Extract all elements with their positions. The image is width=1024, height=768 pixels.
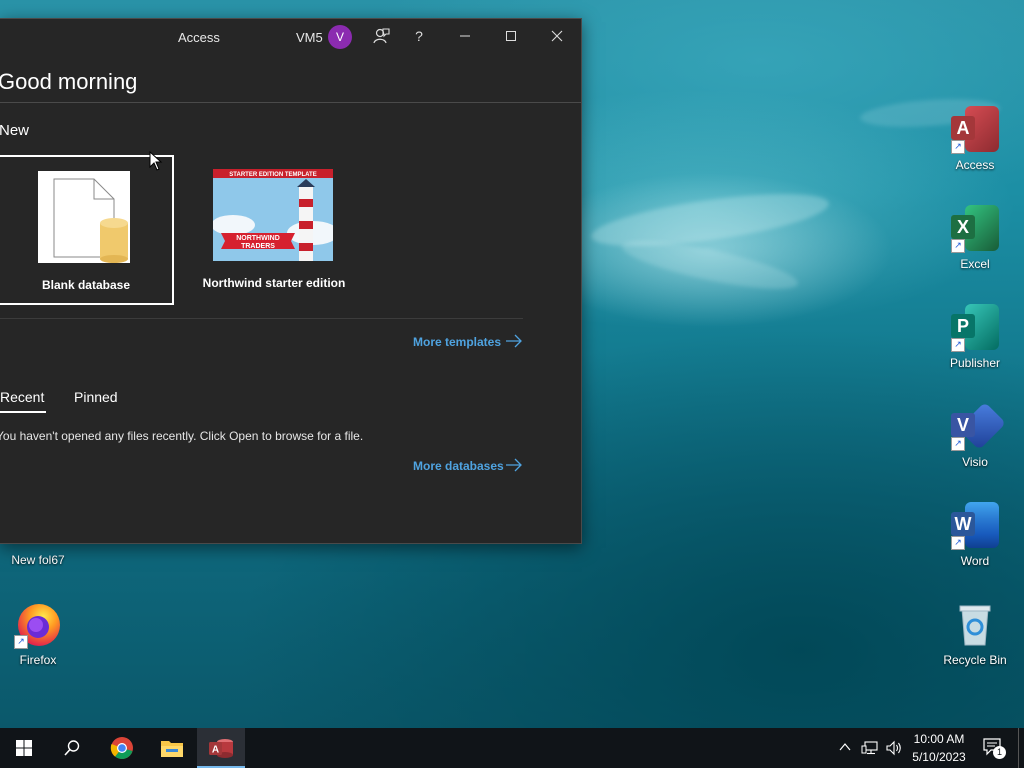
empty-recent-message: You haven't opened any files recently. C… (0, 429, 364, 443)
chrome-icon (110, 737, 133, 759)
desktop-icon-label: Excel (960, 257, 990, 271)
northwind-ribbon-line1: NORTHWIND (236, 235, 280, 242)
taskbar-file-explorer[interactable] (148, 728, 196, 768)
visio-icon: V ↗ (951, 401, 1007, 451)
desktop-icon-label: Word (960, 554, 990, 568)
close-icon (551, 30, 563, 42)
show-hidden-icons-button[interactable] (838, 740, 852, 759)
desktop-icon-excel[interactable]: X ↗ Excel (937, 205, 1013, 271)
desktop-icon-label: Access (955, 158, 995, 172)
templates-divider (0, 318, 523, 319)
start-icon (16, 740, 32, 756)
more-databases-link[interactable]: More databases (413, 458, 522, 473)
arrow-right-icon (506, 334, 522, 348)
file-explorer-icon (161, 741, 183, 757)
northwind-template[interactable]: STARTER EDITION TEMPLATE NORTHWIND TRADE… (186, 155, 362, 305)
taskbar-chrome[interactable] (98, 728, 146, 768)
access-window: Access VM5 V ? Good morning New Blank da… (0, 18, 582, 544)
desktop-icon-label: Recycle Bin (943, 653, 1007, 667)
taskbar: A 10:00 AM 5/10/2023 1 (0, 728, 1024, 768)
desktop-icon-recycle-bin[interactable]: Recycle Bin (937, 601, 1013, 667)
close-button[interactable] (542, 23, 572, 49)
clock-date[interactable]: 5/10/2023 (904, 750, 974, 764)
help-button[interactable]: ? (404, 23, 434, 49)
tab-recent[interactable]: Recent (0, 389, 44, 405)
northwind-banner-text: STARTER EDITION TEMPLATE (229, 172, 316, 178)
desktop-icon-label: Firefox (19, 653, 57, 667)
network-button[interactable] (861, 740, 879, 761)
header-divider (0, 102, 581, 103)
desktop-icon-firefox[interactable]: ↗ Firefox (0, 601, 76, 667)
new-section-heading: New (0, 122, 30, 139)
maximize-icon (506, 31, 516, 41)
tab-pinned[interactable]: Pinned (74, 389, 118, 405)
feedback-button[interactable] (366, 23, 396, 49)
start-button[interactable] (0, 728, 48, 768)
access-icon: A ↗ (951, 106, 999, 154)
blank-database-template[interactable]: Blank database (0, 155, 174, 305)
network-icon (861, 741, 878, 755)
shortcut-arrow-icon: ↗ (14, 635, 28, 649)
feedback-icon (373, 28, 390, 44)
title-bar[interactable]: Access VM5 V ? (0, 19, 581, 53)
excel-icon: X ↗ (951, 205, 999, 253)
northwind-ribbon-line2: TRADERS (241, 243, 275, 250)
search-button[interactable] (48, 728, 96, 768)
desktop-icon-label: Publisher (949, 356, 1001, 370)
shortcut-arrow-icon: ↗ (951, 536, 965, 550)
desktop-icon-label: New fol67 (11, 553, 65, 567)
notification-center-button[interactable]: 1 (982, 736, 1006, 760)
desktop-icon-label: Visio (962, 455, 988, 469)
word-icon: W ↗ (951, 502, 999, 550)
search-icon (64, 740, 80, 756)
desktop-icon-new-folder[interactable]: New fol67 (0, 540, 76, 567)
desktop-icon-publisher[interactable]: P ↗ Publisher (937, 304, 1013, 370)
firefox-icon: ↗ (14, 601, 62, 649)
arrow-right-icon (506, 458, 522, 472)
clock-time[interactable]: 10:00 AM (904, 732, 974, 746)
shortcut-arrow-icon: ↗ (951, 140, 965, 154)
desktop-icon-word[interactable]: W ↗ Word (937, 502, 1013, 568)
notification-badge: 1 (993, 746, 1006, 759)
user-name[interactable]: VM5 (296, 30, 323, 45)
more-templates-label: More templates (413, 335, 502, 349)
minimize-button[interactable] (450, 23, 480, 49)
show-desktop-button[interactable] (1018, 728, 1019, 768)
volume-icon (886, 740, 901, 756)
mouse-cursor-icon (149, 151, 163, 171)
help-icon: ? (415, 28, 423, 44)
avatar[interactable]: V (328, 25, 352, 49)
template-label: Blank database (41, 278, 131, 292)
minimize-icon (460, 35, 470, 37)
shortcut-arrow-icon: ↗ (951, 437, 965, 451)
window-title: Access (178, 30, 220, 45)
maximize-button[interactable] (496, 23, 526, 49)
northwind-thumbnail: STARTER EDITION TEMPLATE NORTHWIND TRADE… (213, 169, 333, 261)
desktop-icon-visio[interactable]: V ↗ Visio (937, 401, 1013, 469)
shortcut-arrow-icon: ↗ (951, 239, 965, 253)
more-templates-link[interactable]: More templates (413, 334, 522, 349)
wallpaper-wave (618, 231, 802, 299)
svg-text:A: A (212, 745, 219, 756)
shortcut-arrow-icon: ↗ (951, 338, 965, 352)
more-databases-label: More databases (413, 459, 504, 473)
active-tab-indicator (0, 411, 46, 413)
access-icon: A (209, 739, 233, 758)
template-label: Northwind starter edition (202, 276, 346, 290)
chevron-up-icon (839, 743, 851, 751)
recycle-bin-icon (951, 601, 999, 649)
greeting-heading: Good morning (0, 69, 138, 94)
publisher-icon: P ↗ (951, 304, 999, 352)
taskbar-access[interactable]: A (197, 728, 245, 768)
desktop-icon-access[interactable]: A ↗ Access (937, 106, 1013, 172)
volume-button[interactable] (885, 740, 903, 761)
blank-database-icon (38, 171, 130, 263)
